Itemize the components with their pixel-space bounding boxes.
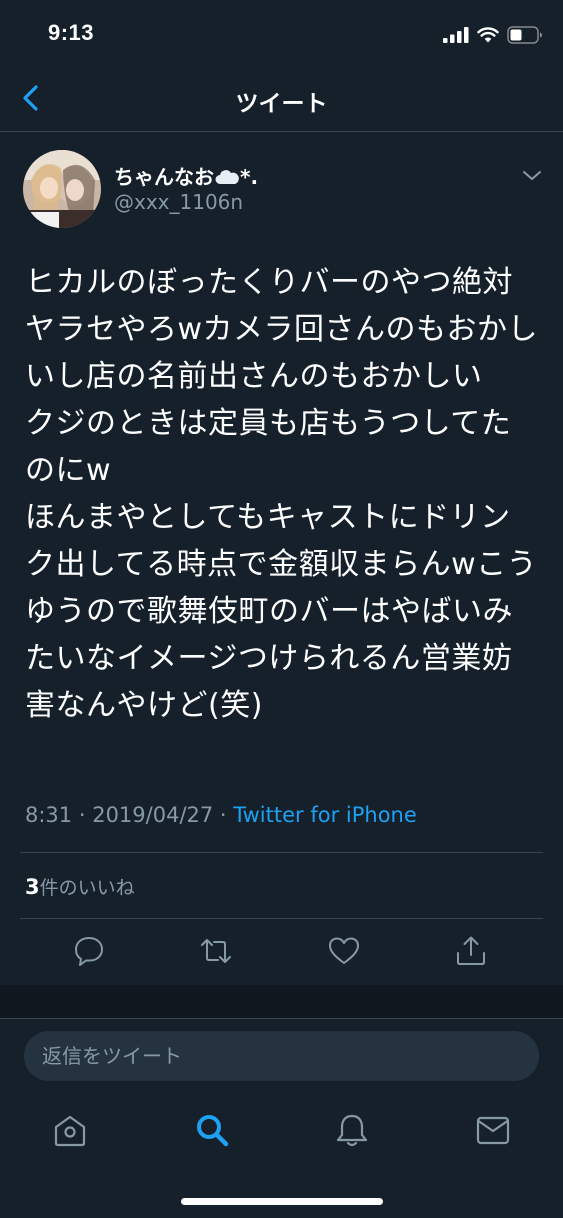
bell-icon[interactable] [332,1110,372,1150]
retweet-icon[interactable] [198,933,234,969]
home-icon[interactable] [50,1110,90,1150]
avatar[interactable] [23,150,101,228]
tweet-date: 2019/04/27 [92,803,214,827]
status-time: 9:13 [48,20,95,45]
chevron-down-icon[interactable] [521,169,543,183]
search-icon[interactable] [192,1110,232,1150]
tweet-source-link[interactable]: Twitter for iPhone [233,803,417,827]
likes-link[interactable]: 3件のいいね [25,873,135,900]
meta-divider [20,852,543,853]
signal-icon [443,27,469,43]
likes-divider [20,918,543,919]
tweet-time: 8:31 [25,803,73,827]
meta-separator: · [72,803,93,827]
display-name-text: ちゃんなお [114,165,214,189]
cloud-emoji-icon [215,170,239,184]
meta-separator: · [213,803,234,827]
header-divider [0,131,563,132]
status-icons [443,23,543,47]
mail-icon[interactable] [473,1110,513,1150]
reply-icon[interactable] [71,933,107,969]
share-icon[interactable] [453,933,489,969]
username[interactable]: @xxx_1106n [114,190,243,214]
section-separator [0,985,563,1018]
wifi-icon [477,27,499,43]
heart-icon[interactable] [326,933,362,969]
tweet-text: ヒカルのぼったくりバーのやつ絶対ヤラセやろwカメラ回さんのもおかしいし店の名前出… [25,265,539,723]
home-indicator [181,1198,383,1205]
likes-count: 3 [25,875,40,899]
reply-divider [0,1018,563,1019]
likes-label: 件のいいね [39,877,135,899]
reply-input[interactable] [24,1031,539,1081]
display-name-suffix: *. [240,165,259,189]
battery-icon [507,26,542,44]
tweet-meta: 8:31 · 2019/04/27 · Twitter for iPhone [25,803,417,827]
page-title: ツイート [235,91,328,117]
display-name[interactable]: ちゃんなお *. [114,161,258,190]
